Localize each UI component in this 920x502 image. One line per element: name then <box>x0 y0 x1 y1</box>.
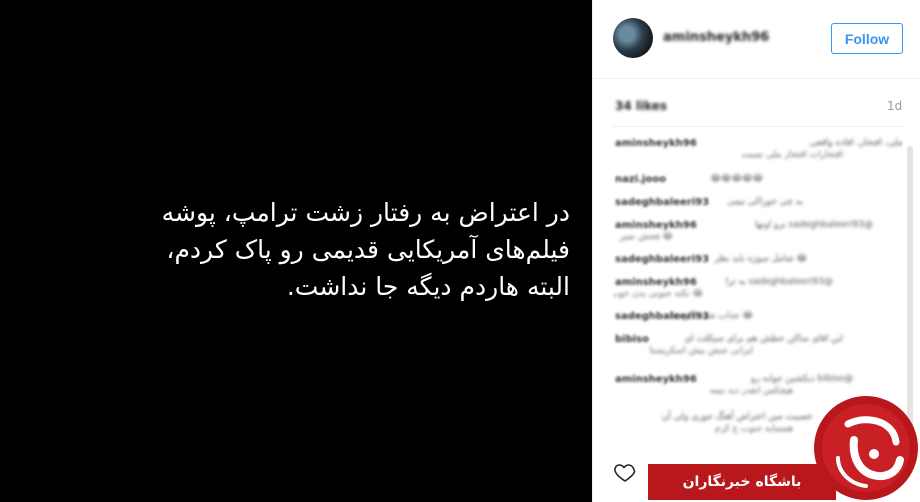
comment-user[interactable]: nazi.jooo <box>615 174 666 185</box>
username-link[interactable]: aminsheykh96 <box>663 30 769 45</box>
post-text-line: فیلم‌های آمریکایی قدیمی رو پاک کردم، <box>166 235 570 264</box>
comment-text: 😂 شامل سوژه باید نظر <box>714 254 807 264</box>
post-time[interactable]: 1d <box>887 99 902 113</box>
list-item: bibiso این اقای ساکن خطش هم برای سیکلت ا… <box>613 330 903 370</box>
list-item: sadeghbaleeri93 😂 شامل سوژه باید نظر <box>613 250 903 273</box>
comment-user[interactable]: sadeghbaleeri93 <box>615 254 709 265</box>
comment-text: @sadeghbaleeri93 برو اونها <box>754 220 873 230</box>
comment-user[interactable]: bibiso <box>615 334 649 345</box>
comment-text: @sadeghbaleeri93 به ترا <box>725 277 833 287</box>
post-text-line: البته هاردم دیگه جا نداشت. <box>286 272 570 301</box>
post-header: aminsheykh96 Follow <box>593 0 920 79</box>
comment-text: به چی خوراکی نیمی <box>727 197 803 207</box>
list-item: sadeghbaleeri93 به چی خوراکی نیمی <box>613 193 903 216</box>
list-item: aminsheykh96 @sadeghbaleeri93 به ترا 😂 ن… <box>613 273 903 307</box>
comment-text-line2: همسایه جنوب ع کرم <box>714 424 793 434</box>
list-item: aminsheykh96 ملی، افتخار، افاده واقعی اف… <box>613 134 903 170</box>
follow-button[interactable]: Follow <box>831 23 903 54</box>
heart-outline-icon[interactable] <box>613 460 637 484</box>
likes-count[interactable]: 34 likes <box>615 99 667 113</box>
list-item: sadeghbaleeri93 😂 جذاب شده اکو ددا <box>613 307 903 330</box>
post-image: در اعتراض به رفتار زشت ترامپ، پوشه فیلم‌… <box>0 0 592 502</box>
comment-text-line2: هیچکس انقدر دید نیمه <box>709 386 793 396</box>
comment-text-line2: 😂 نکته جنوبی بدن خوب <box>613 289 703 299</box>
comment-user[interactable]: sadeghbaleeri93 <box>615 197 709 208</box>
comment-text: این اقای ساکن خطش هم برای سیکلت ای <box>684 334 843 344</box>
avatar[interactable] <box>613 18 653 58</box>
comment-text: @bibiso دیکشین جوابه رو <box>750 374 853 384</box>
comment-user[interactable]: aminsheykh96 <box>615 374 697 385</box>
comment-user[interactable]: aminsheykh96 <box>615 138 697 149</box>
divider <box>613 126 903 127</box>
comment-user[interactable]: aminsheykh96 <box>615 277 697 288</box>
comment-text-line2: ایرانی جنش بیش اسکریستا <box>649 346 753 356</box>
comment-text-line2: 😂 فحش نمیر <box>619 232 673 242</box>
comment-text: عصبیت مین اعتراض آهنگ جوری ولی آن <box>661 412 813 422</box>
list-item: aminsheykh96 @sadeghbaleeri93 برو اونها … <box>613 216 903 250</box>
post-text-line: در اعتراض به رفتار زشت ترامپ، پوشه <box>161 198 570 227</box>
comment-text: ملی، افتخار، افاده واقعی <box>809 138 903 148</box>
comment-text: 😂 جذاب شده اکو ددا <box>670 311 753 321</box>
comment-text: 😂😂😂😂😂 <box>710 174 763 184</box>
list-item: nazi.jooo 😂😂😂😂😂 <box>613 170 903 193</box>
post-image-text: در اعتراض به رفتار زشت ترامپ، پوشه فیلم‌… <box>150 194 570 305</box>
comment-text-line2: افتخارات افتخار ملی نسبت <box>741 150 843 160</box>
comment-user[interactable]: aminsheykh96 <box>615 220 697 231</box>
ybc-logo-icon <box>814 396 918 500</box>
